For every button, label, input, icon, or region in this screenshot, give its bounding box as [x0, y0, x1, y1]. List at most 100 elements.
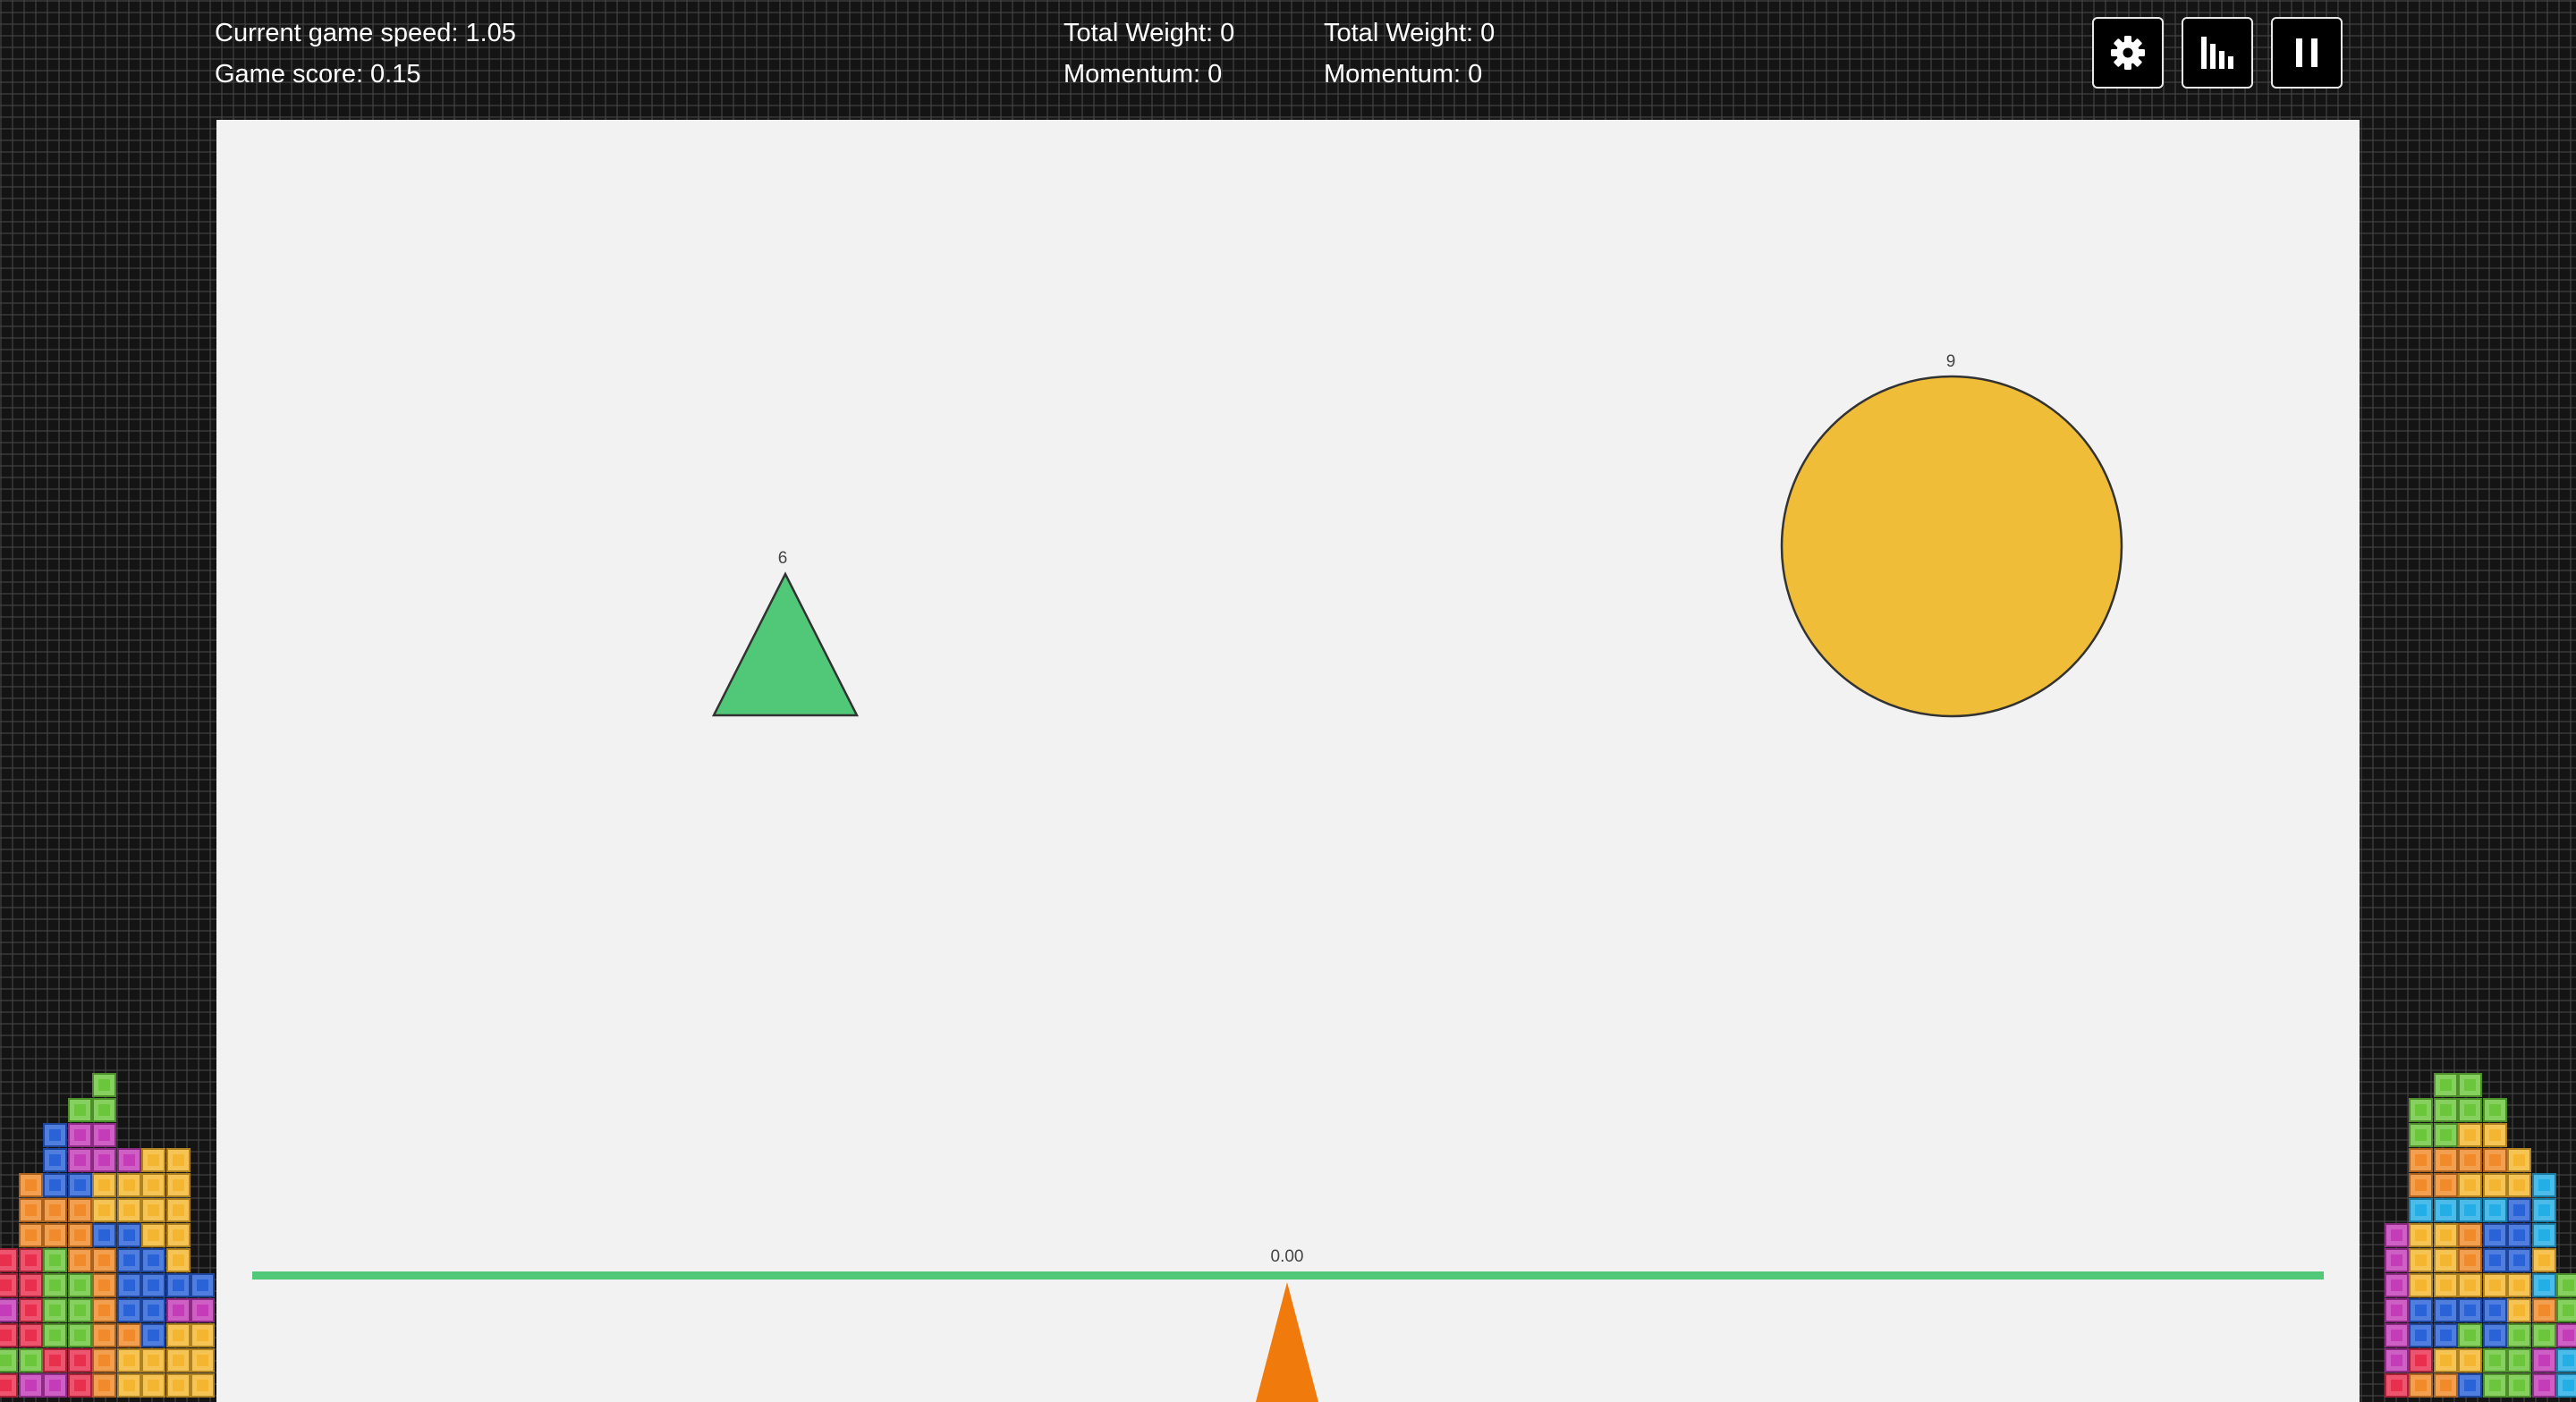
block-tile: [67, 1173, 92, 1197]
block-tile: [43, 1148, 67, 1172]
block-tile: [92, 1123, 116, 1147]
block-tile: [141, 1198, 165, 1222]
block-tile: [2507, 1373, 2531, 1398]
block-tile: [116, 1223, 141, 1247]
left-momentum: Momentum: 0: [1063, 60, 1223, 89]
block-tile: [116, 1373, 141, 1398]
block-tile: [2384, 1273, 2409, 1297]
block-tile: [2507, 1298, 2531, 1322]
gear-icon: [2111, 36, 2145, 70]
block-tile: [2458, 1323, 2482, 1347]
circle-weight-label: 9: [1946, 352, 1956, 371]
block-tile: [0, 1273, 18, 1297]
game-canvas: 6 9 0.00: [252, 352, 2324, 1402]
block-tile: [2409, 1173, 2433, 1197]
pause-icon: [2296, 38, 2318, 67]
block-tile: [141, 1298, 165, 1322]
block-tile: [2482, 1198, 2507, 1222]
block-tile: [2409, 1223, 2433, 1247]
block-tile: [2409, 1248, 2433, 1272]
block-tile: [116, 1273, 141, 1297]
block-tile: [2384, 1298, 2409, 1322]
block-tile: [43, 1323, 67, 1347]
block-tile: [2531, 1198, 2556, 1222]
block-tile: [2507, 1198, 2531, 1222]
block-tile: [2482, 1323, 2507, 1347]
block-tile: [2384, 1323, 2409, 1347]
seesaw-fulcrum: [1256, 1282, 1318, 1402]
block-tile: [92, 1148, 116, 1172]
block-tile: [2458, 1098, 2482, 1122]
block-tile: [2458, 1073, 2482, 1097]
block-tile: [191, 1373, 215, 1398]
pause-button[interactable]: [2271, 17, 2343, 89]
block-tile: [165, 1248, 191, 1272]
block-tile: [2433, 1373, 2458, 1398]
block-tile: [18, 1223, 43, 1247]
block-tile: [2409, 1323, 2433, 1347]
falling-triangle[interactable]: [711, 571, 860, 717]
right-total-weight: Total Weight: 0: [1324, 19, 1496, 47]
block-tile: [2433, 1323, 2458, 1347]
block-tile: [2507, 1348, 2531, 1372]
block-tile: [2433, 1348, 2458, 1372]
block-tile: [141, 1173, 165, 1197]
block-tile: [43, 1373, 67, 1398]
block-tile: [18, 1173, 43, 1197]
block-tile: [43, 1248, 67, 1272]
block-tile: [18, 1273, 43, 1297]
block-tile: [2409, 1098, 2433, 1122]
block-tile: [2433, 1098, 2458, 1122]
block-tile: [2482, 1273, 2507, 1297]
block-tile: [0, 1248, 18, 1272]
block-tile: [2458, 1198, 2482, 1222]
block-tile: [2458, 1248, 2482, 1272]
block-tile: [67, 1123, 92, 1147]
block-tile: [2507, 1323, 2531, 1347]
block-tile: [2507, 1223, 2531, 1247]
block-tile: [2409, 1298, 2433, 1322]
block-tile: [2531, 1348, 2556, 1372]
block-tile: [2458, 1348, 2482, 1372]
block-tile: [0, 1298, 18, 1322]
block-tile: [2531, 1373, 2556, 1398]
block-tile: [2409, 1198, 2433, 1222]
block-tile: [18, 1298, 43, 1322]
block-tile: [2482, 1223, 2507, 1247]
block-tile: [0, 1348, 18, 1372]
block-tile: [0, 1323, 18, 1347]
block-tile: [92, 1273, 116, 1297]
block-tile: [2458, 1148, 2482, 1172]
block-tile: [2482, 1298, 2507, 1322]
block-tile: [18, 1198, 43, 1222]
block-tile: [67, 1348, 92, 1372]
block-tile: [2409, 1273, 2433, 1297]
block-tile: [2433, 1073, 2458, 1097]
block-tile: [2458, 1173, 2482, 1197]
block-tile: [165, 1273, 191, 1297]
block-tile: [92, 1298, 116, 1322]
block-tile: [92, 1373, 116, 1398]
settings-button[interactable]: [2092, 17, 2164, 89]
block-tile: [116, 1198, 141, 1222]
block-tile: [191, 1323, 215, 1347]
block-tile: [2409, 1123, 2433, 1147]
block-tile: [2409, 1373, 2433, 1398]
game-score-text: Game score: 0.15: [215, 60, 421, 89]
block-tile: [2531, 1223, 2556, 1247]
block-tile: [2458, 1298, 2482, 1322]
block-tile: [2384, 1248, 2409, 1272]
block-tile: [2384, 1348, 2409, 1372]
block-tile: [2556, 1373, 2576, 1398]
block-tile: [2556, 1348, 2576, 1372]
triangle-weight-label: 6: [778, 549, 788, 568]
block-tile: [43, 1223, 67, 1247]
stats-button[interactable]: [2182, 17, 2253, 89]
game-speed-text: Current game speed: 1.05: [215, 19, 516, 47]
falling-circle[interactable]: [1780, 375, 2123, 718]
block-tile: [92, 1323, 116, 1347]
block-tile: [141, 1223, 165, 1247]
block-tile: [67, 1323, 92, 1347]
game-board[interactable]: 6 9 0.00: [216, 120, 2360, 1402]
left-side-stats: Total Weight: 0 Momentum: 0: [1063, 13, 1234, 95]
